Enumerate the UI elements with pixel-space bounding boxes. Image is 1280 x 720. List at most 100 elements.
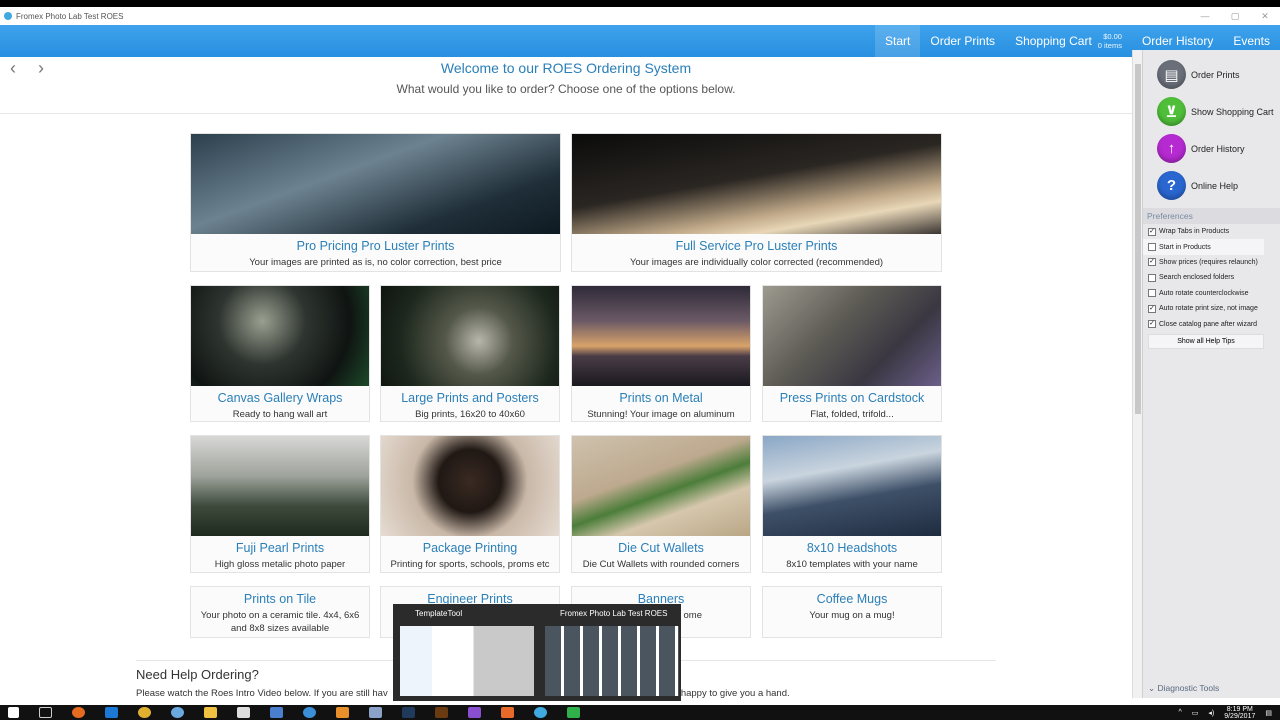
checkbox-unchecked[interactable]	[1148, 289, 1156, 298]
scrollbar-thumb[interactable]	[1135, 64, 1141, 414]
product-card[interactable]: 8x10 Headshots 8x10 templates with your …	[762, 435, 942, 573]
product-image	[381, 436, 559, 536]
product-subtitle: Printing for sports, schools, proms etc	[390, 559, 550, 570]
maximize-icon[interactable]: ▢	[1220, 11, 1250, 22]
chevron-up-icon[interactable]: ^	[1178, 709, 1181, 716]
network-tray-icon[interactable]: ▭	[1192, 709, 1199, 717]
pref-show-prices[interactable]: ✓ Show prices (requires relaunch)	[1143, 255, 1264, 270]
product-card[interactable]: Canvas Gallery Wraps Ready to hang wall …	[190, 285, 370, 422]
sidebar-button-label: Show Shopping Cart	[1191, 106, 1274, 117]
pref-close-catalog[interactable]: ✓ Close catalog pane after wizard	[1143, 316, 1264, 331]
checkbox-unchecked[interactable]	[1148, 273, 1156, 282]
product-card[interactable]: Full Service Pro Luster Prints Your imag…	[571, 133, 942, 272]
start-icon[interactable]	[8, 707, 19, 718]
pref-label: Start in Products	[1159, 243, 1211, 251]
pref-auto-rotate-ccw[interactable]: Auto rotate counterclockwise	[1143, 286, 1264, 301]
product-card[interactable]: Large Prints and Posters Big prints, 16x…	[380, 285, 560, 422]
main-content: ‹ › Welcome to our ROES Ordering System …	[0, 50, 1132, 698]
page-subtitle: What would you like to order? Choose one…	[396, 82, 736, 96]
roes-icon[interactable]	[534, 707, 547, 718]
sidebar-show-cart-button[interactable]: ⊻ Show Shopping Cart	[1143, 93, 1280, 130]
visual-studio-icon[interactable]	[468, 707, 481, 718]
product-card[interactable]: Press Prints on Cardstock Flat, folded, …	[762, 285, 942, 422]
forward-arrow-icon[interactable]: ›	[38, 58, 44, 79]
cart-total: $0.00	[1103, 32, 1122, 41]
product-title: Full Service Pro Luster Prints	[675, 239, 838, 253]
network-icon[interactable]	[303, 707, 316, 718]
product-title: Pro Pricing Pro Luster Prints	[296, 239, 455, 253]
folder-icon[interactable]	[204, 707, 217, 718]
clock-time: 8:19 PM	[1226, 705, 1253, 713]
product-title: Prints on Tile	[243, 592, 317, 606]
product-subtitle: Your mug on a mug!	[809, 610, 895, 621]
checkbox-checked[interactable]: ✓	[1148, 304, 1156, 313]
product-card[interactable]: Package Printing Printing for sports, sc…	[380, 435, 560, 573]
sidebar-button-label: Order Prints	[1191, 69, 1240, 80]
checkbox-checked[interactable]: ✓	[1148, 320, 1156, 329]
volume-icon[interactable]: ◂)	[1208, 709, 1214, 717]
pref-label: Wrap Tabs in Products	[1159, 228, 1230, 236]
product-card[interactable]: Coffee Mugs Your mug on a mug!	[762, 586, 942, 638]
bridge-icon[interactable]	[435, 707, 448, 718]
pref-search-folders[interactable]: Search enclosed folders	[1143, 270, 1264, 285]
window-title: Fromex Photo Lab Test ROES	[16, 11, 124, 21]
checkbox-checked[interactable]: ✓	[1148, 227, 1156, 236]
edge-icon[interactable]	[105, 707, 118, 718]
diagnostic-tools-toggle[interactable]: ⌄ Diagnostic Tools	[1148, 683, 1219, 694]
app-icon[interactable]	[270, 707, 283, 718]
product-title: Fuji Pearl Prints	[235, 541, 325, 555]
product-subtitle: Die Cut Wallets with rounded corners	[582, 559, 740, 570]
sidebar-online-help-button[interactable]: ? Online Help	[1143, 167, 1280, 204]
app-icon[interactable]	[501, 707, 514, 718]
sidebar-order-history-button[interactable]: ↑ Order History	[1143, 130, 1280, 167]
show-help-tips-button[interactable]: Show all Help Tips	[1148, 333, 1264, 349]
pref-wrap-tabs[interactable]: ✓ Wrap Tabs in Products	[1143, 224, 1264, 239]
preview-title: TemplateTool	[415, 609, 463, 618]
product-image	[572, 134, 941, 234]
pref-auto-rotate-print[interactable]: ✓ Auto rotate print size, not image	[1143, 301, 1264, 316]
product-subtitle: 8x10 templates with your name	[786, 559, 918, 570]
pref-start-in-products[interactable]: Start in Products	[1143, 239, 1264, 255]
product-subtitle: High gloss metalic photo paper	[214, 559, 346, 570]
notification-icon[interactable]: ▤	[1265, 709, 1272, 717]
preview-roes[interactable]: Fromex Photo Lab Test ROES	[538, 604, 679, 701]
product-card[interactable]: Prints on Metal Stunning! Your image on …	[571, 285, 751, 422]
product-card[interactable]: Prints on Tile Your photo on a ceramic t…	[190, 586, 370, 638]
main-scrollbar[interactable]	[1132, 50, 1142, 698]
sidebar-order-prints-button[interactable]: ▤ Order Prints	[1143, 56, 1280, 93]
question-icon: ?	[1157, 171, 1186, 200]
chrome-icon[interactable]	[138, 707, 151, 718]
pref-label: Auto rotate print size, not image	[1159, 305, 1258, 313]
checkbox-unchecked[interactable]	[1148, 243, 1156, 252]
checkbox-checked[interactable]: ✓	[1148, 258, 1156, 267]
firefox-icon[interactable]	[72, 707, 85, 718]
product-subtitle: Your photo on a ceramic tile. 4x4, 6x6 a…	[200, 610, 360, 634]
app-icon[interactable]	[567, 707, 580, 718]
app-icon[interactable]	[369, 707, 382, 718]
photoshop-icon[interactable]	[402, 707, 415, 718]
product-image	[191, 134, 560, 234]
pref-label: Auto rotate counterclockwise	[1159, 289, 1249, 297]
preferences-header: Preferences	[1143, 208, 1280, 224]
sidebar-button-label: Order History	[1191, 143, 1245, 154]
task-view-icon[interactable]	[39, 707, 52, 718]
app-icon[interactable]	[336, 707, 349, 718]
calculator-icon[interactable]	[237, 707, 250, 718]
product-card[interactable]: Fuji Pearl Prints High gloss metalic pho…	[190, 435, 370, 573]
preview-template-tool[interactable]: TemplateTool	[393, 604, 534, 701]
product-card[interactable]: Pro Pricing Pro Luster Prints Your image…	[190, 133, 561, 272]
product-image	[763, 436, 941, 536]
cart-summary: $0.00 0 items	[1098, 32, 1122, 50]
history-nav: ‹ ›	[10, 58, 44, 79]
welcome-header: Welcome to our ROES Ordering System What…	[0, 50, 1132, 114]
globe-icon[interactable]	[171, 707, 184, 718]
product-title: Die Cut Wallets	[618, 541, 704, 555]
nav-shopping-cart-label: Shopping Cart	[1015, 34, 1092, 48]
system-tray: ^ ▭ ◂) 8:19 PM 9/29/2017 ▤	[1178, 706, 1272, 720]
product-card[interactable]: Die Cut Wallets Die Cut Wallets with rou…	[571, 435, 751, 573]
back-arrow-icon[interactable]: ‹	[10, 58, 16, 79]
preview-thumbnail	[545, 626, 679, 696]
clock[interactable]: 8:19 PM 9/29/2017	[1224, 706, 1255, 720]
minimize-icon[interactable]: —	[1190, 11, 1220, 22]
close-icon[interactable]: ✕	[1250, 11, 1280, 22]
